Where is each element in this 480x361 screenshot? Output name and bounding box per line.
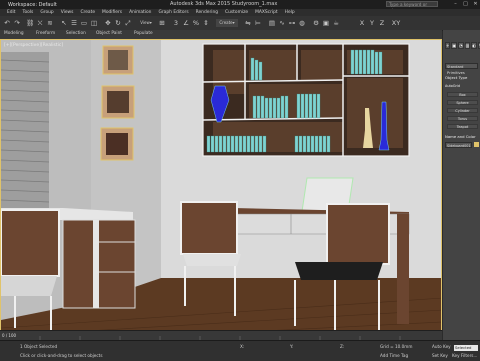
schematic-icon[interactable]: ⊶ xyxy=(288,19,296,27)
material-editor-icon[interactable]: ◍ xyxy=(298,19,306,27)
reference-coord-icon[interactable]: View▾ xyxy=(138,19,154,27)
object-color-swatch[interactable] xyxy=(474,142,479,147)
modify-tab[interactable]: ▣ xyxy=(451,42,458,49)
title-bar: Workspace: Default Autodesk 3ds Max 2015… xyxy=(0,0,480,13)
search-input[interactable]: Type a keyword or phrase xyxy=(386,1,438,13)
snap-icon[interactable]: 3 xyxy=(172,19,180,27)
motion-tab[interactable]: ▥ xyxy=(464,42,471,49)
redo-icon[interactable]: ↷ xyxy=(13,19,21,27)
maximize-icon[interactable]: □ xyxy=(461,1,470,8)
set-key-button[interactable]: Set Key xyxy=(432,353,448,358)
menu-modifiers[interactable]: Modifiers xyxy=(102,10,122,15)
menu-graph-editors[interactable]: Graph Editors xyxy=(158,10,188,15)
category-dropdown[interactable]: Standard Primitives xyxy=(445,63,478,75)
display-tab[interactable]: ◐ xyxy=(471,42,477,49)
select-icon[interactable]: ↖ xyxy=(60,19,68,27)
hierarchy-tab[interactable]: ◔ xyxy=(458,42,464,49)
ribbon-tab-populate[interactable]: Populate xyxy=(134,31,153,36)
select-by-name-icon[interactable]: ☰ xyxy=(70,19,78,27)
torus-button[interactable]: Torus xyxy=(447,116,478,121)
menu-bar: Edit Tools Group Views Create Modifiers … xyxy=(0,9,480,16)
axis-x[interactable]: X xyxy=(358,19,366,27)
menu-group[interactable]: Group xyxy=(40,10,53,15)
layer-icon[interactable]: ▤ xyxy=(268,19,276,27)
name-color-rollout[interactable]: Name and Color xyxy=(445,134,478,140)
scene-render xyxy=(1,40,441,339)
ribbon-tab-freeform[interactable]: Freeform xyxy=(36,31,55,36)
object-name-field[interactable]: Sideboard001 xyxy=(445,142,472,148)
align-icon[interactable]: ⊨ xyxy=(254,19,262,27)
curve-editor-icon[interactable]: ∿ xyxy=(278,19,286,27)
unlink-icon[interactable]: ⛌ xyxy=(36,19,44,27)
prompt-hint: Click or click-and-drag to select object… xyxy=(20,353,103,358)
undo-icon[interactable]: ↶ xyxy=(3,19,11,27)
minimize-icon[interactable]: – xyxy=(451,1,460,8)
status-bar: 1 Object Selected Click or click-and-dra… xyxy=(0,340,480,361)
grid-size: Grid = 10.0mm xyxy=(380,344,413,349)
cylinder-button[interactable]: Cylinder xyxy=(447,108,478,113)
menu-animation[interactable]: Animation xyxy=(129,10,151,15)
command-panel-tabs: + ▣ ◔ ▥ ◐ ✎ xyxy=(445,42,480,49)
menu-rendering[interactable]: Rendering xyxy=(196,10,218,15)
workspace-selector[interactable]: Workspace: Default xyxy=(8,2,57,8)
ribbon-tab-modeling[interactable]: Modeling xyxy=(4,31,24,36)
menu-edit[interactable]: Edit xyxy=(7,10,16,15)
menu-views[interactable]: Views xyxy=(61,10,74,15)
render-icon[interactable]: ☕ xyxy=(332,19,340,27)
autogrid-checkbox[interactable]: AutoGrid xyxy=(445,83,478,89)
ribbon-tab-object-paint[interactable]: Object Paint xyxy=(96,31,122,36)
selection-status: 1 Object Selected xyxy=(20,344,58,349)
menu-tools[interactable]: Tools xyxy=(23,10,34,15)
key-filters-button[interactable]: Key Filters... xyxy=(452,353,477,358)
menu-help[interactable]: Help xyxy=(285,10,295,15)
link-icon[interactable]: ⛓ xyxy=(26,19,34,27)
menu-maxscript[interactable]: MAXScript xyxy=(255,10,278,15)
axis-xy[interactable]: XY xyxy=(390,19,402,27)
coord-x-label: X: xyxy=(240,344,245,349)
ribbon-tab-selection[interactable]: Selection xyxy=(66,31,86,36)
render-setup-icon[interactable]: ⚙ xyxy=(312,19,320,27)
app-title: Autodesk 3ds Max 2015 Studyroom_1.max xyxy=(170,1,278,7)
close-icon[interactable]: ✕ xyxy=(471,1,480,8)
perspective-viewport[interactable]: [+][Perspective][Realistic] xyxy=(0,39,442,340)
add-time-tag[interactable]: Add Time Tag xyxy=(380,353,408,358)
main-toolbar: ↶ ↷ ⛓ ⛌ ≋ ↖ ☰ ▭ ◫ ✥ ↻ ⤢ View▾ ⊞ 3 ∠ % ⇕ … xyxy=(0,16,480,31)
angle-snap-icon[interactable]: ∠ xyxy=(182,19,190,27)
coord-y-label: Y: xyxy=(290,344,294,349)
sphere-button[interactable]: Sphere xyxy=(447,100,478,105)
spinner-snap-icon[interactable]: ⇕ xyxy=(202,19,210,27)
menu-customize[interactable]: Customize xyxy=(225,10,248,15)
percent-snap-icon[interactable]: % xyxy=(192,19,200,27)
viewport-label[interactable]: [+][Perspective][Realistic] xyxy=(4,43,63,48)
command-panel: + ▣ ◔ ▥ ◐ ✎ Standard Primitives Object T… xyxy=(443,30,480,340)
axis-z[interactable]: Z xyxy=(378,19,386,27)
named-selection-icon[interactable]: Create▾ xyxy=(216,19,238,27)
scale-icon[interactable]: ⤢ xyxy=(124,19,132,27)
menu-create[interactable]: Create xyxy=(80,10,95,15)
window-crossing-icon[interactable]: ◫ xyxy=(90,19,98,27)
create-tab[interactable]: + xyxy=(445,42,451,49)
move-icon[interactable]: ✥ xyxy=(104,19,112,27)
rotate-icon[interactable]: ↻ xyxy=(114,19,122,27)
axis-y[interactable]: Y xyxy=(368,19,376,27)
pivot-icon[interactable]: ⊞ xyxy=(158,19,166,27)
rect-select-icon[interactable]: ▭ xyxy=(80,19,88,27)
box-button[interactable]: Box xyxy=(447,92,478,97)
render-frame-icon[interactable]: ▣ xyxy=(322,19,330,27)
coord-z-label: Z: xyxy=(340,344,345,349)
mirror-icon[interactable]: ⇋ xyxy=(244,19,252,27)
teapot-button[interactable]: Teapot xyxy=(447,124,478,129)
object-type-rollout[interactable]: Object Type xyxy=(445,75,478,81)
auto-key-button[interactable]: Auto Key xyxy=(432,344,451,349)
key-mode-dropdown[interactable]: Selected xyxy=(454,345,478,351)
bind-icon[interactable]: ≋ xyxy=(46,19,54,27)
